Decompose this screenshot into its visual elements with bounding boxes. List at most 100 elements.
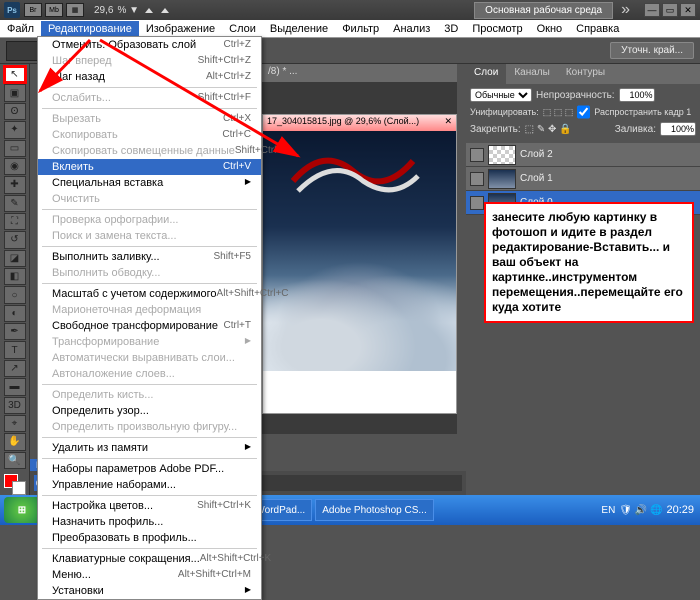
menu-item[interactable]: ВклеитьCtrl+V [38,159,261,175]
panel-tab[interactable]: Каналы [506,64,558,84]
menu-item: Определить кисть... [38,387,261,403]
menu-справка[interactable]: Справка [569,21,626,37]
menu-item[interactable]: Удалить из памяти▶ [38,440,261,456]
edit-menu-dropdown: Отменить: Образовать слойCtrl+ZШаг впере… [37,36,262,600]
menu-3d[interactable]: 3D [437,21,465,37]
menu-item[interactable]: Определить узор... [38,403,261,419]
menu-item[interactable]: Меню...Alt+Shift+Ctrl+M [38,567,261,583]
stamp-tool[interactable]: ⛶ [4,213,26,230]
eyedropper-tool[interactable]: ◉ [4,158,26,175]
menu-item: Шаг впередShift+Ctrl+Z [38,53,261,69]
path-tool[interactable]: ↗ [4,360,26,377]
menu-item: Поиск и замена текста... [38,228,261,244]
menu-item[interactable]: Установки▶ [38,583,261,599]
panel-tab[interactable]: Контуры [558,64,613,84]
tray-icons[interactable]: 🛡 🔊 🌐 [619,505,662,516]
document-area: /8) * ... 17_304015815.jpg @ 29,6% (Слой… [262,64,457,434]
menu-item[interactable]: Свободное трансформированиеCtrl+T [38,318,261,334]
background-color[interactable] [12,481,26,495]
blend-mode-select[interactable]: Обычные [470,88,532,102]
zoom-level[interactable]: 29,6 [94,5,113,16]
app-titlebar: Ps Br Mb ▦ 29,6 % ▼ Основная рабочая сре… [0,0,700,20]
3d-camera-tool[interactable]: ⌖ [4,415,26,432]
zoom-icon[interactable] [161,8,169,13]
workspace-switcher[interactable]: Основная рабочая среда [474,2,613,19]
move-tool[interactable]: ↖ [4,66,26,83]
wand-tool[interactable]: ✦ [4,121,26,138]
taskbar-task[interactable]: Adobe Photoshop CS... [315,499,434,521]
menu-item[interactable]: Отменить: Образовать слойCtrl+Z [38,37,261,53]
menu-слои[interactable]: Слои [222,21,263,37]
layer-name: Слой 2 [520,149,553,160]
menu-item[interactable]: Специальная вставка▶ [38,175,261,191]
menu-окно[interactable]: Окно [530,21,570,37]
dodge-tool[interactable]: ◐ [4,305,26,322]
pasted-object [283,141,423,221]
marquee-tool[interactable]: ▣ [4,84,26,101]
layers-panel-tabs: СлоиКаналыКонтуры [466,64,700,84]
menu-item: Трансформирование▶ [38,334,261,350]
tool-preset-selector[interactable] [6,41,40,61]
visibility-icon[interactable] [470,196,484,210]
start-button[interactable]: ⊞ [4,497,40,523]
menu-редактирование[interactable]: Редактирование [41,21,139,37]
menu-item[interactable]: Клавиатурные сокращения...Alt+Shift+Ctrl… [38,551,261,567]
bridge-icon[interactable]: Br [24,3,42,17]
menu-item[interactable]: Выполнить заливку...Shift+F5 [38,249,261,265]
propagate-checkbox[interactable] [577,105,590,119]
pen-tool[interactable]: ✒ [4,323,26,340]
hand-icon[interactable] [145,8,153,13]
lang-indicator[interactable]: EN [601,505,615,516]
history-brush-tool[interactable]: ↺ [4,231,26,248]
menu-просмотр[interactable]: Просмотр [465,21,529,37]
propagate-label: Распространить кадр 1 [594,107,691,117]
hand-tool[interactable]: ✋ [4,433,26,450]
color-swatches[interactable] [4,474,26,495]
document-tab[interactable]: /8) * ... [262,64,457,82]
menu-item[interactable]: Преобразовать в профиль... [38,530,261,546]
menu-item[interactable]: Управление наборами... [38,477,261,493]
viewmode-icon[interactable]: ▦ [66,3,84,17]
minibridge-icon[interactable]: Mb [45,3,63,17]
document-titlebar[interactable]: 17_304015815.jpg @ 29,6% (Слой...) ✕ [263,115,456,131]
menu-анализ[interactable]: Анализ [386,21,437,37]
visibility-icon[interactable] [470,172,484,186]
brush-tool[interactable]: ✎ [4,195,26,212]
menu-item[interactable]: Масштаб с учетом содержимогоAlt+Shift+Ct… [38,286,261,302]
refine-edge-button[interactable]: Уточн. край... [610,42,694,59]
maximize-icon[interactable]: ▭ [662,3,678,17]
menu-item: Выполнить обводку... [38,265,261,281]
minimize-icon[interactable]: — [644,3,660,17]
menu-item[interactable]: Настройка цветов...Shift+Ctrl+K [38,498,261,514]
fill-input[interactable] [660,122,696,136]
3d-tool[interactable]: 3D [4,397,26,414]
menu-item[interactable]: Шаг назадAlt+Ctrl+Z [38,69,261,85]
blur-tool[interactable]: ○ [4,286,26,303]
layer-row[interactable]: Слой 2 [466,143,700,167]
eraser-tool[interactable]: ◪ [4,250,26,267]
crop-tool[interactable]: ▭ [4,140,26,157]
opacity-input[interactable] [619,88,655,102]
visibility-icon[interactable] [470,148,484,162]
type-tool[interactable]: T [4,341,26,358]
clock: 20:29 [666,504,694,516]
app-logo-icon: Ps [4,2,20,18]
menu-item[interactable]: Назначить профиль... [38,514,261,530]
panel-tab[interactable]: Слои [466,64,506,84]
menu-изображение[interactable]: Изображение [139,21,222,37]
close-icon[interactable]: ✕ [680,3,696,17]
shape-tool[interactable]: ▬ [4,378,26,395]
menu-item: Ослабить...Shift+Ctrl+F [38,90,261,106]
menu-файл[interactable]: Файл [0,21,41,37]
layer-row[interactable]: Слой 1 [466,167,700,191]
gradient-tool[interactable]: ◧ [4,268,26,285]
menu-выделение[interactable]: Выделение [263,21,335,37]
doc-close-icon[interactable]: ✕ [444,116,452,130]
menu-item: Автоналожение слоев... [38,366,261,382]
lasso-tool[interactable]: ʘ [4,103,26,120]
zoom-tool[interactable]: 🔍 [4,452,26,469]
canvas[interactable] [263,131,456,371]
menu-item[interactable]: Наборы параметров Adobe PDF... [38,461,261,477]
healing-tool[interactable]: ✚ [4,176,26,193]
menu-фильтр[interactable]: Фильтр [335,21,386,37]
